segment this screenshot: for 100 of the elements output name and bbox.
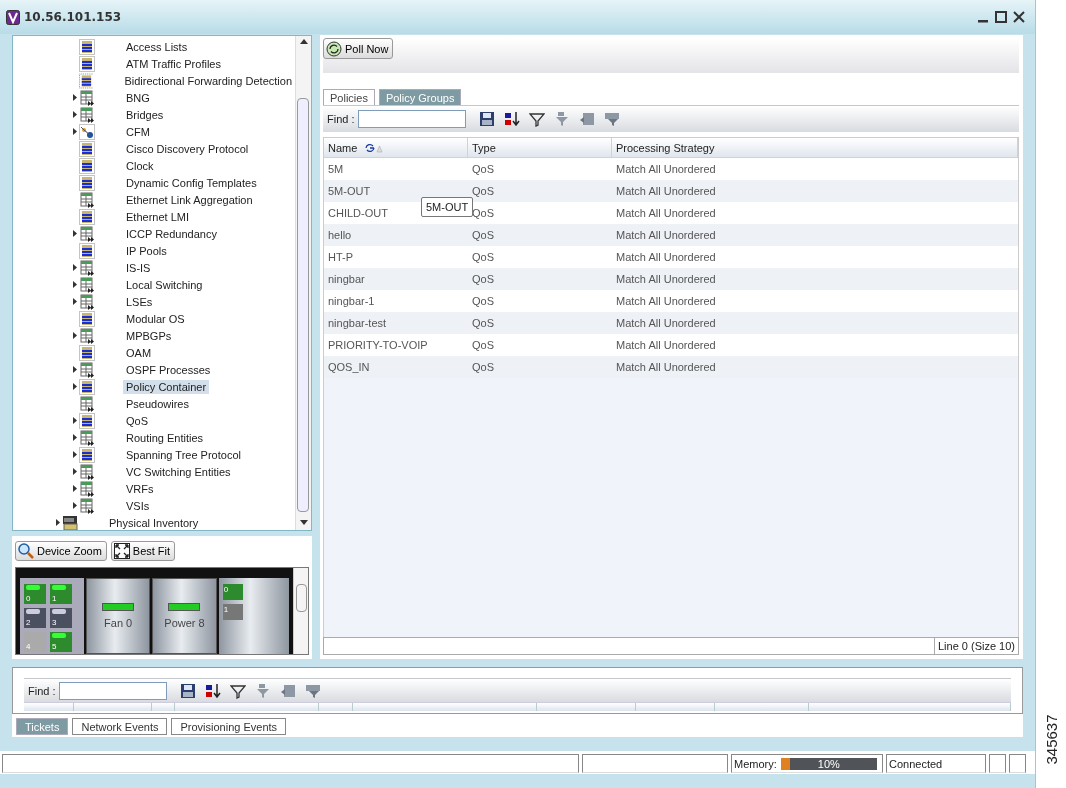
table-cell: QoS <box>468 202 612 224</box>
tree-item[interactable]: BNG <box>123 90 153 105</box>
expand-arrow-icon[interactable] <box>73 383 77 390</box>
column-header[interactable]: Processing Strategy <box>616 141 715 154</box>
expand-arrow-icon[interactable] <box>73 230 77 237</box>
expand-arrow-icon[interactable] <box>73 417 77 424</box>
scroll-down-icon[interactable] <box>300 520 308 526</box>
filter-icon[interactable] <box>528 111 545 127</box>
expand-arrow-icon[interactable] <box>73 332 77 339</box>
expand-arrow-icon[interactable] <box>73 298 77 305</box>
slot[interactable]: 1 <box>222 604 243 620</box>
table-icon <box>79 259 95 276</box>
sort-icon[interactable] <box>204 682 221 699</box>
expand-arrow-icon[interactable] <box>73 281 77 288</box>
config-table-icon <box>79 208 95 225</box>
config-table-icon <box>79 412 95 429</box>
expand-arrow-icon[interactable] <box>73 451 77 458</box>
column-header[interactable]: Type <box>472 141 496 154</box>
tab[interactable]: Policies <box>323 89 375 105</box>
tree-item[interactable]: OSPF Processes <box>123 362 214 377</box>
vertical-scrollbar[interactable] <box>293 568 308 654</box>
expand-arrow-icon[interactable] <box>56 519 60 526</box>
tree-item[interactable]: Ethernet LMI <box>123 209 192 224</box>
status-led <box>102 603 135 611</box>
expand-arrow-icon[interactable] <box>73 434 77 441</box>
tree-item[interactable]: Spanning Tree Protocol <box>123 447 244 462</box>
expand-arrow-icon[interactable] <box>73 111 77 118</box>
tree-item[interactable]: QoS <box>123 413 151 428</box>
tree-item[interactable]: VC Switching Entities <box>123 464 234 479</box>
column-header[interactable]: Name <box>328 141 358 154</box>
expand-arrow-icon[interactable] <box>73 502 77 509</box>
device-zoom-button[interactable]: Device Zoom <box>15 541 107 561</box>
tree-item[interactable]: Pseudowires <box>123 396 192 411</box>
tree-item[interactable]: MPBGPs <box>123 328 175 343</box>
scroll-up-icon[interactable] <box>300 38 308 44</box>
table-cell: hello <box>324 224 468 246</box>
expand-arrow-icon[interactable] <box>73 468 77 475</box>
tree-item[interactable]: Modular OS <box>123 311 188 326</box>
sort-ascending-icon[interactable] <box>365 142 384 153</box>
tree-item[interactable]: Policy Container <box>123 379 210 394</box>
tree-item[interactable]: Access Lists <box>123 39 191 54</box>
config-table-icon <box>79 446 95 463</box>
table-cell: HT-P <box>324 246 468 268</box>
expand-arrow-icon[interactable] <box>73 94 77 101</box>
filter-table-icon[interactable] <box>603 111 620 127</box>
port[interactable]: 1 <box>50 584 72 604</box>
maximize-icon[interactable] <box>995 11 1007 23</box>
tree-item[interactable]: ATM Traffic Profiles <box>123 56 224 71</box>
tree-item[interactable]: LSEs <box>123 294 156 309</box>
save-icon[interactable] <box>478 111 495 127</box>
poll-now-button[interactable]: Poll Now <box>323 38 394 59</box>
tree-item[interactable]: Routing Entities <box>123 430 207 445</box>
table-icon <box>79 361 95 378</box>
fit-screen-icon <box>113 543 130 559</box>
config-table-icon <box>79 378 95 395</box>
expand-arrow-icon[interactable] <box>73 264 77 271</box>
find-field[interactable] <box>58 681 167 700</box>
tree-item[interactable]: Ethernet Link Aggregation <box>123 192 256 207</box>
tree-item[interactable]: VRFs <box>123 481 157 496</box>
port[interactable]: 2 <box>24 608 46 628</box>
expand-arrow-icon[interactable] <box>73 366 77 373</box>
vertical-scrollbar[interactable] <box>295 36 311 530</box>
columns-icon[interactable] <box>279 682 296 699</box>
app-logo-icon <box>6 9 20 25</box>
config-table-icon <box>79 140 95 157</box>
tree-item[interactable]: Dynamic Config Templates <box>123 175 260 190</box>
tree-item[interactable]: Bidirectional Forwarding Detection <box>121 73 295 88</box>
tree-item[interactable]: IP Pools <box>123 243 170 258</box>
tree-item[interactable]: Bridges <box>123 107 167 122</box>
best-fit-button[interactable]: Best Fit <box>110 541 176 561</box>
tree-item[interactable]: Cisco Discovery Protocol <box>123 141 252 156</box>
config-table-icon <box>79 157 95 174</box>
table-cell: QoS <box>468 290 612 312</box>
table-cell: ningbar-test <box>324 312 468 334</box>
table-cell: 5M <box>324 158 468 180</box>
port[interactable]: 3 <box>50 608 72 628</box>
tree-item[interactable]: OAM <box>123 345 155 360</box>
tree-item[interactable]: Local Switching <box>123 277 206 292</box>
slot[interactable]: 0 <box>222 584 243 600</box>
port[interactable]: 0 <box>24 584 46 604</box>
memory-reading: 10% <box>816 757 841 770</box>
tree-item[interactable]: ICCP Redundancy <box>123 226 220 241</box>
tab[interactable]: Provisioning Events <box>171 718 287 735</box>
filter-table-icon[interactable] <box>304 682 321 699</box>
tree-item[interactable]: Physical Inventory <box>106 515 202 530</box>
memory-label: Memory: <box>734 757 777 770</box>
close-icon[interactable] <box>1013 11 1025 23</box>
tab[interactable]: Network Events <box>72 718 168 735</box>
tree-item[interactable]: IS-IS <box>123 260 154 275</box>
filter-icon[interactable] <box>229 682 246 699</box>
expand-arrow-icon[interactable] <box>73 485 77 492</box>
columns-icon[interactable] <box>578 111 595 127</box>
tree-item[interactable]: Clock <box>123 158 157 173</box>
tree-item[interactable]: CFM <box>123 124 153 139</box>
sort-icon[interactable] <box>503 111 520 127</box>
tree-item[interactable]: VSIs <box>123 498 153 513</box>
find-field[interactable] <box>357 110 466 128</box>
save-icon[interactable] <box>179 682 196 699</box>
expand-arrow-icon[interactable] <box>73 128 77 135</box>
port[interactable]: 5 <box>50 632 72 652</box>
